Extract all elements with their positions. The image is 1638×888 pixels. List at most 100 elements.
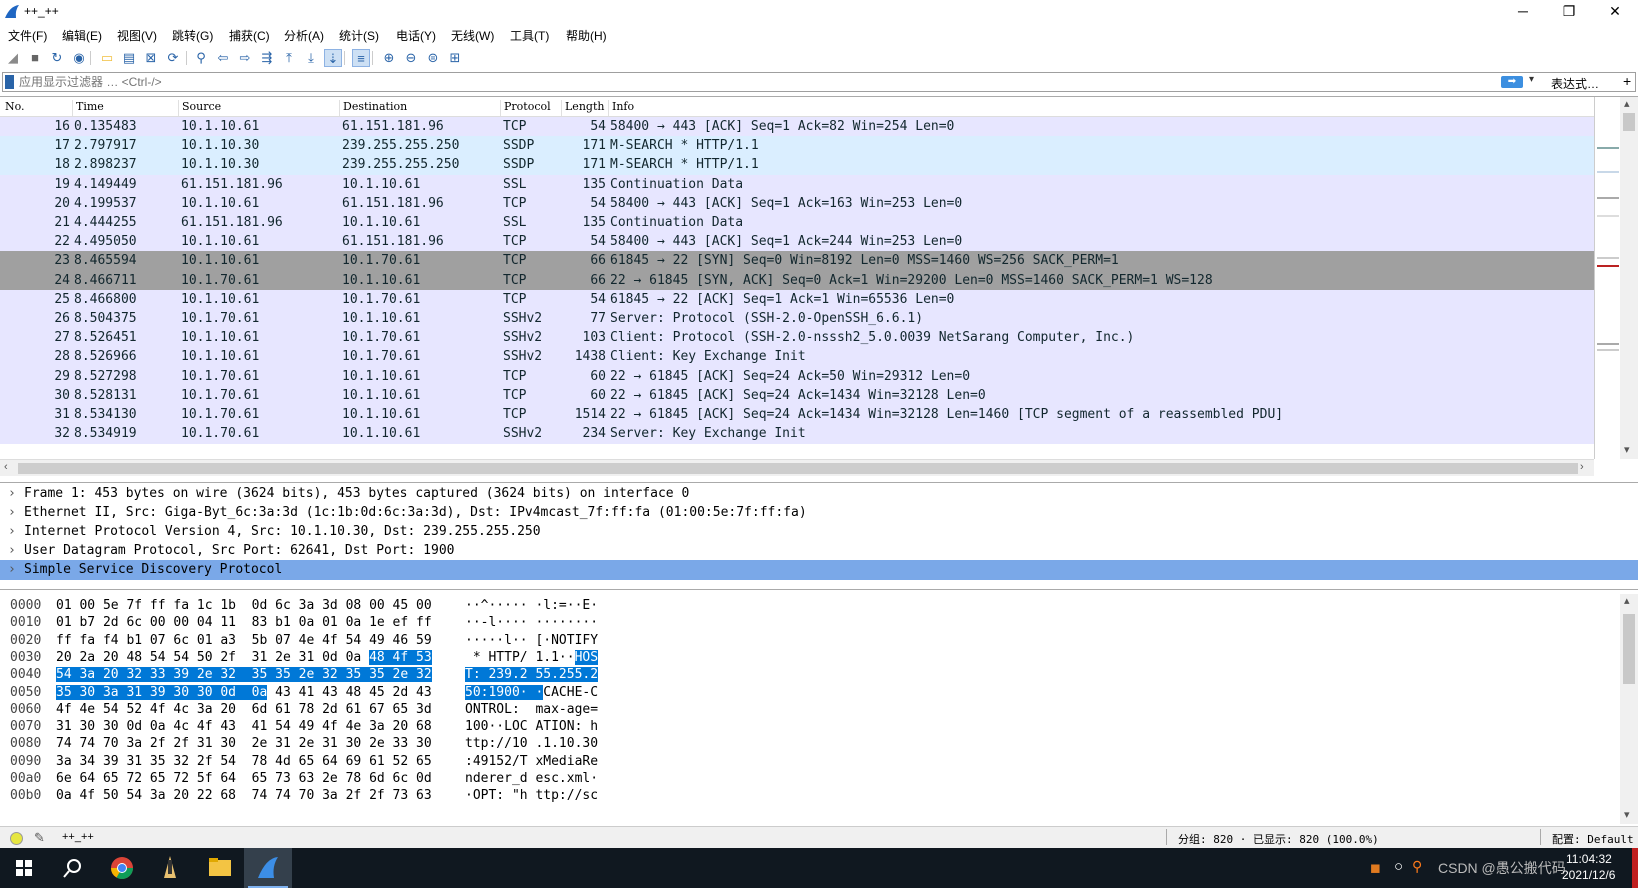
autoscroll-icon[interactable]: ⇣: [324, 49, 342, 67]
packet-row[interactable]: 29 8.527298 10.1.70.61 10.1.10.61 TCP 60 22 → …: [0, 366, 1594, 387]
clock-date[interactable]: 2021/12/6: [1562, 868, 1615, 882]
find-icon[interactable]: ⚲: [192, 49, 210, 67]
expression-button[interactable]: 表达式…: [1551, 75, 1599, 92]
hex-segment[interactable]: ff fa f4 b1 07 6c 01 a3 5b 07 4e 4f 54 4…: [56, 633, 432, 648]
hex-segment[interactable]: 01 b7 2d 6c 00 00 04 11 83 b1 0a 01 0a 1…: [56, 615, 432, 630]
menu-item[interactable]: 分析(A): [284, 27, 324, 44]
ascii-segment[interactable]: ··-l···· ········: [465, 615, 598, 630]
column-header-protocol[interactable]: Protocol: [500, 100, 551, 116]
pin-app-icon[interactable]: [146, 848, 194, 888]
hex-segment[interactable]: 6e 64 65 72 65 72 5f 64 65 73 63 2e 78 6…: [56, 771, 432, 786]
file-explorer-icon[interactable]: [196, 848, 244, 888]
menu-item[interactable]: 跳转(G): [172, 27, 213, 44]
packet-row[interactable]: 21 4.444255 61.151.181.96 10.1.10.61 SSL 135 C…: [0, 213, 1594, 233]
bytes-ascii[interactable]: ttp://10 .1.10.30: [465, 735, 598, 753]
tray-circle-icon[interactable]: ○: [1394, 858, 1403, 875]
packet-row[interactable]: 18 2.898237 10.1.10.30 239.255.255.250 SSDP 1…: [0, 155, 1594, 176]
profile-label[interactable]: 配置: Default: [1552, 831, 1634, 847]
column-header-no[interactable]: No.: [2, 100, 25, 116]
ascii-segment[interactable]: HOS: [574, 649, 599, 665]
hex-segment[interactable]: 4f 4e 54 52 4f 4c 3a 20 6d 61 78 2d 61 6…: [56, 702, 432, 717]
packet-row[interactable]: 25 8.466800 10.1.10.61 10.1.70.61 TCP 54 61845…: [0, 289, 1594, 310]
hex-segment[interactable]: 3a 34 39 31 35 32 2f 54 78 4d 65 64 69 6…: [56, 754, 432, 769]
goto-packet-icon[interactable]: ⇶: [258, 49, 276, 67]
hex-segment[interactable]: 31 30 30 0d 0a 4c 4f 43 41 54 49 4f 4e 3…: [56, 719, 432, 734]
packet-row[interactable]: 28 8.526966 10.1.10.61 10.1.70.61 SSHv2 1438 C…: [0, 347, 1594, 368]
close-file-icon[interactable]: ⊠: [142, 49, 160, 67]
scroll-right-icon[interactable]: ›: [1580, 461, 1584, 473]
show-desktop-button[interactable]: [1632, 848, 1638, 888]
bytes-hex[interactable]: 31 30 30 0d 0a 4c 4f 43 41 54 49 4f 4e 3…: [56, 718, 432, 736]
close-button[interactable]: ✕: [1592, 0, 1638, 24]
bytes-ascii[interactable]: ·····l·· [·NOTIFY: [465, 632, 598, 650]
packet-row[interactable]: 26 8.504375 10.1.70.61 10.1.10.61 SSHv2 77 Ser…: [0, 309, 1594, 329]
scroll-thumb[interactable]: [1623, 113, 1635, 131]
bytes-ascii[interactable]: :49152/T xMediaRe: [465, 753, 598, 771]
options-icon[interactable]: ◉: [70, 49, 88, 67]
menu-item[interactable]: 编辑(E): [62, 27, 102, 44]
bytes-ascii[interactable]: ··-l···· ········: [465, 614, 598, 632]
column-header-source[interactable]: Source: [178, 100, 221, 116]
capture-comment-icon[interactable]: ✎: [34, 830, 45, 846]
first-packet-icon[interactable]: ⤒: [280, 49, 298, 67]
menu-item[interactable]: 无线(W): [451, 27, 494, 44]
apply-filter-arrow-icon[interactable]: ➡: [1501, 76, 1523, 88]
menu-item[interactable]: 捕获(C): [229, 27, 270, 44]
packet-row[interactable]: 31 8.534130 10.1.70.61 10.1.10.61 TCP 1514 22 …: [0, 405, 1594, 425]
scroll-down-icon[interactable]: ▾: [1624, 808, 1630, 821]
packet-minimap[interactable]: [1594, 97, 1620, 459]
zoom-in-icon[interactable]: ⊕: [380, 49, 398, 67]
ascii-segment[interactable]: ·OPT: "h ttp://sc: [465, 788, 598, 803]
restart-icon[interactable]: ↻: [48, 49, 66, 67]
packet-row[interactable]: 19 4.149449 61.151.181.96 10.1.10.61 SSL 135 C…: [0, 174, 1594, 195]
bytes-ascii[interactable]: 100··LOC ATION: h: [465, 718, 598, 736]
detail-tree-item[interactable]: › Internet Protocol Version 4, Src: 10.1.…: [0, 522, 1638, 542]
column-header-info[interactable]: Info: [608, 100, 634, 116]
hex-segment[interactable]: 01 00 5e 7f ff fa 1c 1b 0d 6c 3a 3d 08 0…: [56, 598, 432, 613]
scroll-down-icon[interactable]: ▾: [1624, 443, 1630, 456]
detail-tree-item[interactable]: › Frame 1: 453 bytes on wire (3624 bits),…: [0, 484, 1638, 504]
expand-chevron-icon[interactable]: ›: [8, 503, 16, 523]
ascii-segment[interactable]: nderer_d esc.xml·: [465, 771, 598, 786]
bytes-hex[interactable]: 54 3a 20 32 33 39 2e 32 35 35 2e 32 35 3…: [56, 666, 432, 684]
last-packet-icon[interactable]: ⤓: [302, 49, 320, 67]
ascii-segment[interactable]: T: 239.2 55.255.2: [465, 667, 599, 683]
bytes-hex[interactable]: 6e 64 65 72 65 72 5f 64 65 73 63 2e 78 6…: [56, 770, 432, 788]
scroll-thumb[interactable]: [1623, 614, 1635, 684]
wireshark-taskbar-icon[interactable]: [244, 848, 292, 888]
scroll-left-icon[interactable]: ‹: [4, 461, 8, 473]
hex-segment[interactable]: 48 4f 53: [369, 649, 432, 665]
ascii-segment[interactable]: :49152/T xMediaRe: [465, 754, 598, 769]
open-file-icon[interactable]: ▭: [98, 49, 116, 67]
clock-time[interactable]: 11:04:32: [1566, 852, 1612, 866]
maximize-button[interactable]: ❐: [1546, 0, 1592, 24]
colorize-icon[interactable]: ≡: [352, 49, 370, 67]
menu-item[interactable]: 视图(V): [117, 27, 157, 44]
bytes-scrollbar[interactable]: ▴ ▾: [1620, 594, 1638, 824]
menu-item[interactable]: 统计(S): [339, 27, 379, 44]
packet-row[interactable]: 20 4.199537 10.1.10.61 61.151.181.96 TCP 54 58…: [0, 193, 1594, 214]
back-icon[interactable]: ⇦: [214, 49, 232, 67]
expand-chevron-icon[interactable]: ›: [8, 484, 16, 504]
column-header-time[interactable]: Time: [72, 100, 104, 116]
forward-icon[interactable]: ⇨: [236, 49, 254, 67]
menu-item[interactable]: 工具(T): [510, 27, 549, 44]
display-filter-input[interactable]: [19, 73, 1489, 91]
ascii-segment[interactable]: * HTTP/ 1.1··: [465, 650, 575, 665]
bytes-hex[interactable]: 3a 34 39 31 35 32 2f 54 78 4d 65 64 69 6…: [56, 753, 432, 771]
add-filter-button[interactable]: +: [1623, 73, 1631, 89]
menu-item[interactable]: 帮助(H): [566, 27, 607, 44]
hex-segment[interactable]: 54 3a 20 32 33 39 2e 32 35 35 2e 32 35 3…: [56, 667, 432, 683]
normal-size-icon[interactable]: ⊜: [424, 49, 442, 67]
bytes-ascii[interactable]: ONTROL: max-age=: [465, 701, 598, 719]
tray-app-icon[interactable]: ◼: [1370, 860, 1381, 876]
menu-item[interactable]: 电话(Y): [396, 27, 436, 44]
ascii-segment[interactable]: ··^····· ·l:=··E·: [465, 598, 598, 613]
bytes-hex[interactable]: 4f 4e 54 52 4f 4c 3a 20 6d 61 78 2d 61 6…: [56, 701, 432, 719]
minimize-button[interactable]: ─: [1500, 0, 1546, 24]
packet-row[interactable]: 27 8.526451 10.1.10.61 10.1.70.61 SSHv2 103 Cl…: [0, 328, 1594, 349]
bytes-hex[interactable]: 20 2a 20 48 54 54 50 2f 31 2e 31 0d 0a 4…: [56, 649, 432, 667]
ascii-segment[interactable]: CACHE-C: [543, 685, 598, 700]
save-icon[interactable]: ▤: [120, 49, 138, 67]
packet-row[interactable]: 22 4.495050 10.1.10.61 61.151.181.96 TCP 54 58…: [0, 232, 1594, 253]
